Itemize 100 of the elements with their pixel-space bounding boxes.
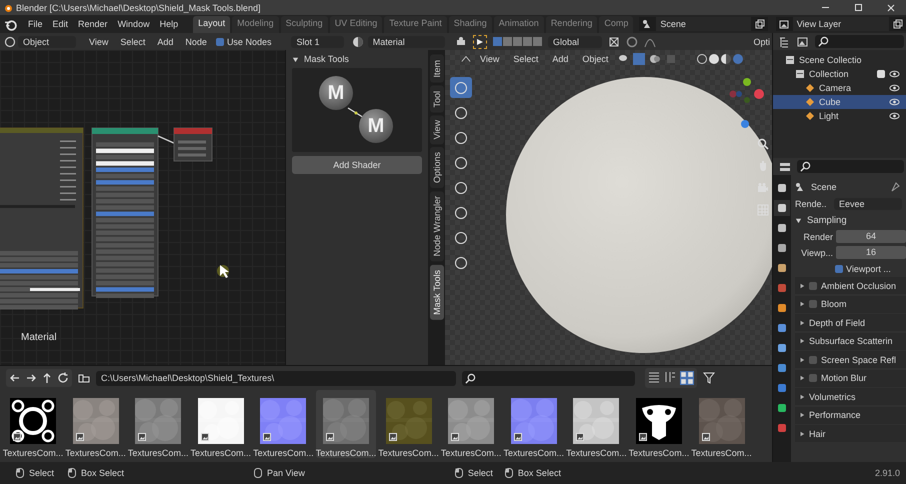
file-thumbnail[interactable]: TexturesCom... bbox=[692, 390, 752, 458]
expand-arrow-icon[interactable] bbox=[799, 320, 805, 326]
interaction-mode-icon[interactable] bbox=[461, 54, 471, 64]
workspace-tab[interactable]: Modeling bbox=[232, 16, 279, 33]
menu-item[interactable]: Node bbox=[180, 36, 212, 46]
expand-arrow-icon[interactable] bbox=[799, 430, 805, 436]
add-shader-button[interactable]: Add Shader bbox=[292, 156, 422, 174]
sidebar-tab[interactable]: Node Wrangler bbox=[430, 191, 444, 262]
search-field[interactable] bbox=[797, 160, 904, 173]
editor-type-icon[interactable] bbox=[779, 160, 791, 172]
snap-icon[interactable] bbox=[626, 36, 638, 48]
search-field[interactable] bbox=[815, 35, 904, 48]
viewport-denoise-checkbox[interactable]: Viewport ... bbox=[835, 264, 891, 274]
workspace-tab[interactable]: UV Editing bbox=[330, 16, 382, 33]
copy-icon[interactable] bbox=[893, 19, 903, 29]
display-mode-icon[interactable] bbox=[797, 36, 809, 48]
render-engine-dropdown[interactable]: Eevee bbox=[834, 198, 902, 210]
editor-type-icon[interactable] bbox=[455, 36, 467, 48]
forward-arrow-icon[interactable] bbox=[25, 372, 37, 384]
node-drawing[interactable] bbox=[0, 128, 84, 310]
expand-arrow-icon[interactable] bbox=[799, 338, 805, 344]
file-thumbnail[interactable]: TexturesCom... bbox=[316, 390, 376, 458]
sidebar-tab[interactable]: Options bbox=[430, 147, 444, 188]
zoom-icon[interactable] bbox=[757, 138, 769, 150]
panel-checkbox[interactable] bbox=[809, 282, 817, 290]
shading-mode-icon[interactable] bbox=[697, 54, 744, 64]
file-thumbnail[interactable]: TexturesCom... bbox=[66, 390, 126, 458]
filter-icon[interactable] bbox=[703, 372, 715, 384]
sidebar-tab[interactable]: Tool bbox=[430, 86, 444, 112]
include-checkbox[interactable] bbox=[877, 70, 885, 78]
expand-arrow-icon[interactable] bbox=[795, 216, 802, 224]
node-drawing[interactable] bbox=[92, 128, 158, 298]
panel-checkbox[interactable] bbox=[809, 356, 817, 364]
parent-folder-icon[interactable] bbox=[41, 372, 53, 384]
menu-item[interactable]: View bbox=[84, 36, 114, 46]
transform-orientation-dropdown[interactable]: Global bbox=[548, 36, 602, 48]
selection-mode-icon[interactable] bbox=[493, 37, 542, 46]
panel-header[interactable]: Performance bbox=[795, 406, 906, 424]
expand-arrow-icon[interactable] bbox=[799, 412, 805, 418]
workspace-tab[interactable]: Animation bbox=[494, 16, 544, 33]
gizmo-toggle[interactable] bbox=[633, 52, 646, 64]
outliner-item[interactable]: Cube bbox=[773, 95, 906, 109]
menu-item[interactable]: Edit bbox=[48, 19, 74, 29]
expand-arrow-icon[interactable] bbox=[799, 356, 805, 362]
sphere-object[interactable] bbox=[504, 75, 772, 355]
expand-arrow-icon[interactable] bbox=[799, 394, 805, 400]
expand-arrow-icon[interactable] bbox=[799, 301, 805, 307]
use-nodes-checkbox[interactable]: Use Nodes bbox=[216, 36, 272, 46]
panel-header[interactable]: Ambient Occlusion bbox=[795, 277, 906, 294]
menu-item[interactable]: Object bbox=[577, 54, 614, 64]
sidebar-tab[interactable]: Item bbox=[430, 55, 444, 83]
menu-item[interactable]: Window bbox=[112, 19, 155, 29]
file-thumbnail[interactable]: TexturesCom... bbox=[504, 390, 564, 458]
node-drawing[interactable] bbox=[174, 128, 212, 162]
eye-icon[interactable] bbox=[889, 112, 900, 120]
panel-checkbox[interactable] bbox=[809, 374, 817, 382]
file-thumbnail[interactable]: TexturesCom... bbox=[441, 390, 502, 458]
material-icon[interactable] bbox=[352, 36, 364, 48]
refresh-icon[interactable] bbox=[57, 372, 69, 384]
back-arrow-icon[interactable] bbox=[9, 372, 21, 384]
thumbnails-view-icon[interactable] bbox=[680, 371, 694, 385]
eye-icon[interactable] bbox=[889, 70, 900, 78]
logo-icon[interactable] bbox=[4, 18, 17, 30]
workspace-tab[interactable]: Texture Paint bbox=[384, 16, 447, 33]
workspace-tab[interactable]: Rendering bbox=[546, 16, 598, 33]
new-folder-icon[interactable] bbox=[78, 372, 90, 384]
expand-arrow-icon[interactable] bbox=[292, 56, 299, 62]
copy-icon[interactable] bbox=[754, 19, 765, 29]
options-menu[interactable]: Opti bbox=[753, 36, 772, 46]
view-layer-selector[interactable]: View Layer bbox=[776, 17, 906, 31]
pin-icon[interactable] bbox=[890, 182, 900, 192]
number-field[interactable]: 64 bbox=[836, 230, 906, 243]
menu-item[interactable]: Add bbox=[152, 36, 178, 46]
panel-header[interactable]: Bloom bbox=[795, 296, 906, 312]
file-thumbnail[interactable]: TexturesCom... bbox=[566, 390, 626, 458]
mode-dropdown[interactable]: Object bbox=[18, 36, 76, 48]
menu-item[interactable]: Select bbox=[115, 36, 150, 46]
expand-arrow-icon[interactable] bbox=[799, 375, 805, 381]
outliner-item[interactable]: Camera bbox=[773, 81, 906, 95]
menu-item[interactable]: View bbox=[475, 54, 504, 64]
panel-checkbox[interactable] bbox=[809, 300, 817, 308]
workspace-tab[interactable]: Sculpting bbox=[280, 16, 328, 33]
menu-item[interactable]: Select bbox=[508, 54, 544, 64]
columns-view-icon[interactable] bbox=[664, 371, 676, 383]
sidebar-tab[interactable]: Mask Tools bbox=[430, 264, 444, 320]
outliner-item[interactable]: Light bbox=[773, 109, 906, 123]
file-thumbnail[interactable]: TexturesCom... bbox=[378, 390, 439, 458]
workspace-tab[interactable]: Layout bbox=[193, 16, 230, 33]
editor-type-icon[interactable] bbox=[779, 36, 791, 48]
panel-header[interactable]: Screen Space Refl bbox=[795, 351, 906, 368]
file-thumbnail[interactable]: TexturesCom... bbox=[190, 390, 251, 458]
file-thumbnail[interactable]: TexturesCom... bbox=[128, 390, 188, 458]
menu-item[interactable]: Add bbox=[547, 54, 574, 64]
number-field[interactable]: 16 bbox=[836, 246, 906, 259]
list-view-icon[interactable] bbox=[648, 371, 660, 383]
slot-dropdown[interactable]: Slot 1 bbox=[291, 36, 344, 48]
eye-icon[interactable] bbox=[889, 98, 900, 106]
panel-header[interactable]: Subsurface Scatterin bbox=[795, 332, 906, 350]
material-field[interactable]: Material bbox=[368, 36, 445, 48]
editor-type-icon[interactable] bbox=[4, 36, 16, 48]
